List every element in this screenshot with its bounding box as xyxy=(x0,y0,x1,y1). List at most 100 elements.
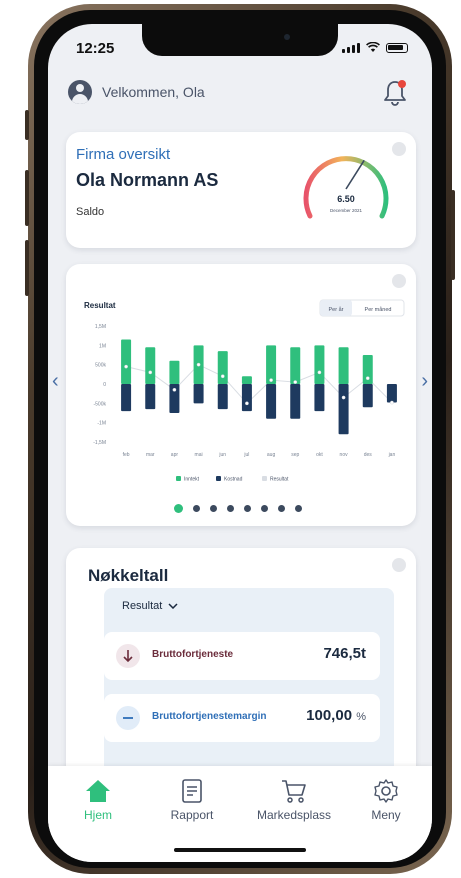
kostnad-bar xyxy=(386,384,397,403)
gear-icon xyxy=(374,779,398,803)
pager-dot[interactable] xyxy=(174,504,183,513)
inntekt-bar xyxy=(217,351,228,384)
x-tick-label: des xyxy=(364,452,373,458)
bell-icon[interactable] xyxy=(382,78,408,106)
resultat-point xyxy=(220,374,225,379)
resultat-point xyxy=(196,362,201,367)
x-tick-label: nov xyxy=(340,452,349,458)
gauge-needle xyxy=(345,159,365,190)
avatar[interactable] xyxy=(68,80,92,104)
pager-dot[interactable] xyxy=(244,505,251,512)
inntekt-bar xyxy=(121,339,132,384)
card-menu-dot[interactable] xyxy=(392,558,406,572)
kostnad-bar xyxy=(338,384,349,435)
firma-title: Firma oversikt xyxy=(76,146,171,163)
kpi-row-bruttofortjeneste[interactable]: Bruttofortjeneste 746,5t xyxy=(104,632,380,680)
legend-label: Inntekt xyxy=(184,477,200,483)
chart-title: Resultat xyxy=(84,301,116,310)
resultat-point xyxy=(269,378,273,382)
chevron-left-icon[interactable]: ‹ xyxy=(52,370,59,393)
report-icon xyxy=(182,779,202,803)
resultat-point xyxy=(293,380,298,384)
x-tick-label: apr xyxy=(171,452,179,458)
toggle-per-maned: Per måned xyxy=(365,306,392,313)
kostnad-bar xyxy=(193,384,204,404)
tab-markedsplass[interactable]: Markedsplass xyxy=(244,778,344,822)
y-tick-label: 500k xyxy=(95,363,106,369)
legend-label: Resultat xyxy=(270,477,289,483)
pager-dot[interactable] xyxy=(227,505,234,512)
kpi-value: 746,5t xyxy=(323,645,366,662)
x-tick-label: jul xyxy=(243,452,249,458)
gauge-date: December 2021 xyxy=(330,208,363,213)
pager-dot[interactable] xyxy=(278,505,285,512)
kpi-value: 100,00 % xyxy=(306,707,366,724)
saldo-label: Saldo xyxy=(76,206,105,218)
x-tick-label: okt xyxy=(316,452,323,458)
y-tick-label: 0 xyxy=(103,382,106,388)
chevron-right-icon[interactable]: › xyxy=(421,370,428,393)
bottom-tab-bar: Hjem Rapport Markedsplass Meny xyxy=(48,766,432,862)
kostnad-bar xyxy=(290,384,301,419)
tab-rapport[interactable]: Rapport xyxy=(152,778,232,822)
camera-dot xyxy=(284,34,290,40)
notch xyxy=(142,24,338,56)
inntekt-bar xyxy=(314,345,325,384)
kostnad-bar xyxy=(314,384,325,412)
pager-dot[interactable] xyxy=(261,505,268,512)
resultat-point xyxy=(148,370,153,375)
resultat-point xyxy=(390,400,394,405)
tab-label: Hjem xyxy=(83,808,112,822)
x-tick-label: sep xyxy=(291,452,299,458)
minus-icon xyxy=(116,706,140,730)
kostnad-bar xyxy=(266,384,277,419)
y-tick-label: 1M xyxy=(99,343,106,349)
resultat-point xyxy=(317,370,322,375)
company-name: Ola Normann AS xyxy=(76,170,219,190)
tab-meny[interactable]: Meny xyxy=(346,778,426,822)
cart-icon xyxy=(282,780,306,803)
nokkeltall-title: Nøkkeltall xyxy=(88,566,169,585)
kpi-value-number: 100,00 xyxy=(306,707,353,724)
kostnad-bar xyxy=(241,384,252,412)
pager-dot[interactable] xyxy=(210,505,217,512)
x-tick-label: aug xyxy=(267,452,276,458)
inntekt-bar xyxy=(338,347,349,384)
resultat-dropdown-label: Resultat xyxy=(122,600,163,612)
kpi-label: Bruttofortjeneste xyxy=(152,649,234,660)
legend-label: Kostnad xyxy=(224,477,243,483)
kostnad-bar xyxy=(145,384,156,410)
legend-swatch xyxy=(262,476,267,481)
pager-dot[interactable] xyxy=(193,505,200,512)
x-tick-label: jan xyxy=(388,452,396,458)
gauge-value: 6.50 xyxy=(337,194,355,204)
pager-dot[interactable] xyxy=(295,505,302,512)
tab-label: Rapport xyxy=(170,808,214,822)
y-tick-label: -1M xyxy=(97,421,106,427)
tab-home[interactable]: Hjem xyxy=(58,778,138,822)
saldo-gauge: 6.50 December 2021 xyxy=(303,156,389,219)
inntekt-bar xyxy=(241,376,252,384)
arrow-down-icon xyxy=(116,644,140,668)
carousel-pager xyxy=(174,504,302,513)
y-tick-label: -500k xyxy=(93,401,106,407)
firma-card[interactable]: Firma oversikt Ola Normann AS Saldo 6.50… xyxy=(66,132,416,248)
kpi-row-bruttofortjenestemargin[interactable]: Bruttofortjenestemargin 100,00 % xyxy=(104,694,380,742)
signal-icon xyxy=(342,42,360,53)
x-tick-label: feb xyxy=(123,452,130,458)
inntekt-bar xyxy=(290,347,301,384)
result-chart: Resultat Per år Per måned 1,5M 1M 500k 0 -500k -… xyxy=(84,299,405,483)
app-screen: 12:25 Velkommen, Ola Firma oversikt Ola … xyxy=(48,24,432,862)
kostnad-bar xyxy=(217,384,228,410)
chevron-down-icon xyxy=(168,603,178,609)
mute-switch xyxy=(25,110,29,140)
greeting-text: Velkommen, Ola xyxy=(102,84,205,100)
resultat-dropdown[interactable]: Resultat xyxy=(122,600,178,612)
kpi-value-suffix: % xyxy=(356,711,366,723)
kostnad-bar xyxy=(362,384,373,408)
wifi-icon xyxy=(366,42,380,52)
resultat-point xyxy=(341,395,346,400)
x-tick-label: jun xyxy=(218,452,226,458)
x-tick-label: mar xyxy=(146,452,155,458)
inntekt-bar xyxy=(145,347,156,384)
